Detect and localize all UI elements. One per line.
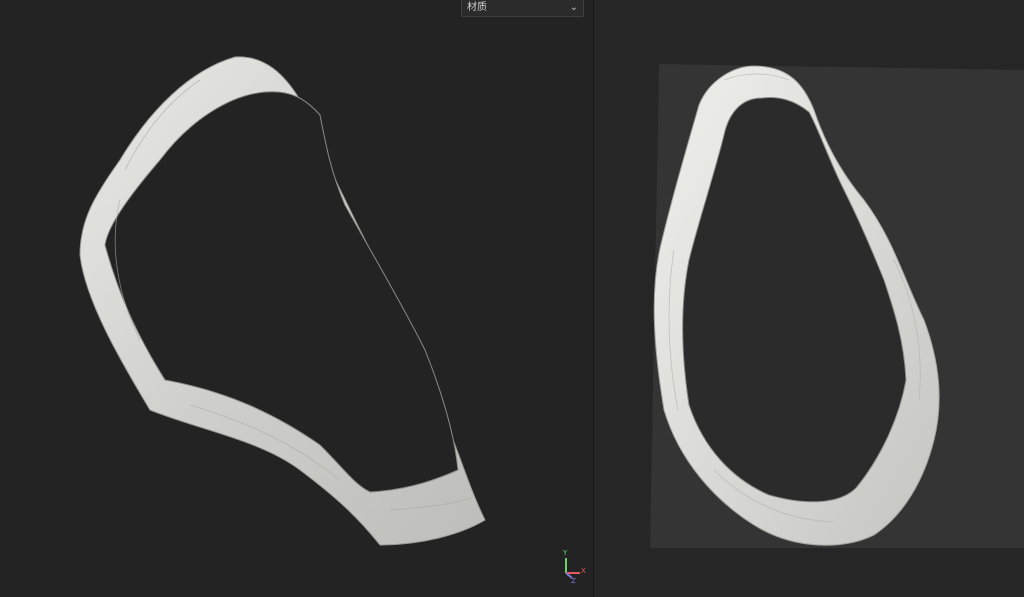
axis-z-label: Z [571, 577, 576, 585]
axis-x-label: X [581, 567, 586, 575]
axis-gizmo: Y X Z [562, 549, 586, 585]
axis-y-label: Y [562, 549, 568, 557]
viewport-left[interactable]: 材质 ⌄ Y X Z [0, 0, 593, 597]
viewport-right[interactable] [594, 0, 1024, 597]
ring-model-right [650, 64, 1024, 548]
